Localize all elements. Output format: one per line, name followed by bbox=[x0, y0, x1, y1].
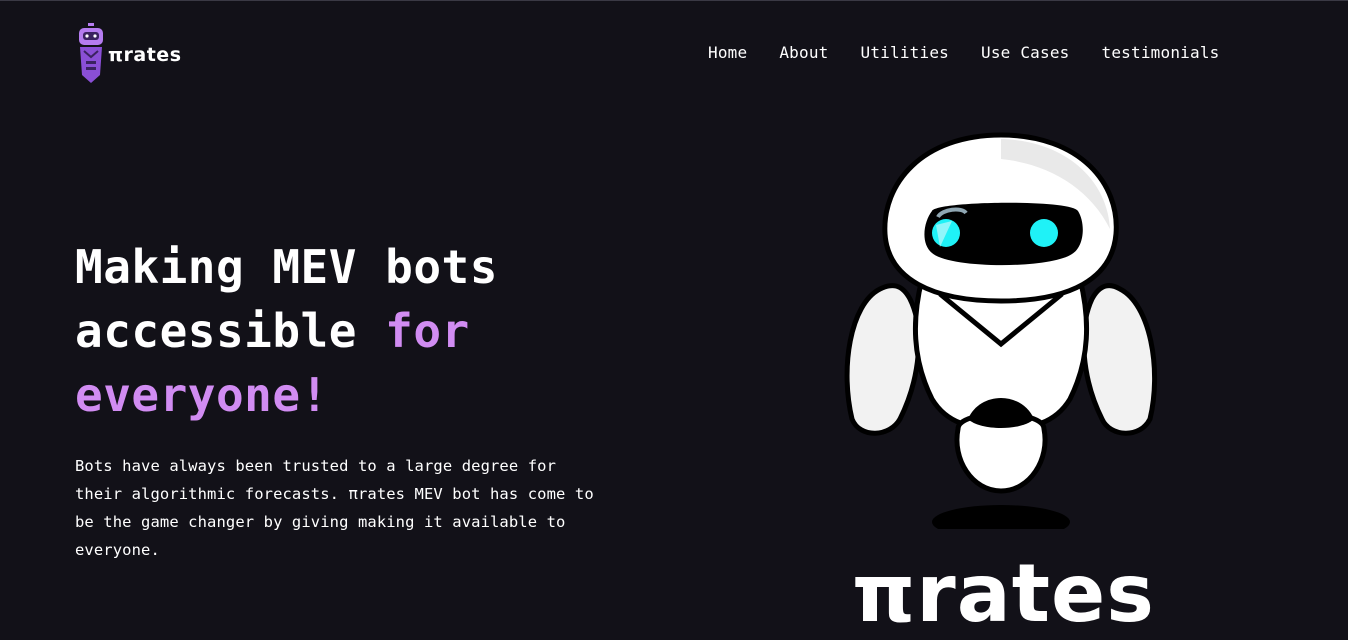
hero-title-accent-everyone: everyone! bbox=[75, 368, 329, 422]
nav-use-cases[interactable]: Use Cases bbox=[981, 43, 1070, 62]
hero-title-line1: Making MEV bots bbox=[75, 240, 498, 294]
main-nav: Home About Utilities Use Cases testimoni… bbox=[708, 43, 1220, 62]
robot-logo-icon bbox=[79, 23, 103, 83]
hero-description: Bots have always been trusted to a large… bbox=[75, 457, 594, 559]
nav-utilities[interactable]: Utilities bbox=[861, 43, 950, 62]
nav-home[interactable]: Home bbox=[708, 43, 747, 62]
hero-title-accent-for: for bbox=[385, 304, 470, 358]
hero-title-line2: accessible bbox=[75, 304, 386, 358]
hero-title: Making MEV bots accessible for everyone! bbox=[75, 235, 595, 427]
brand-logo[interactable]: πrates bbox=[76, 23, 182, 85]
robot-mascot-illustration bbox=[844, 132, 1158, 529]
nav-about[interactable]: About bbox=[779, 43, 828, 62]
nav-testimonials[interactable]: testimonials bbox=[1102, 43, 1220, 62]
brand-name: πrates bbox=[108, 44, 182, 66]
